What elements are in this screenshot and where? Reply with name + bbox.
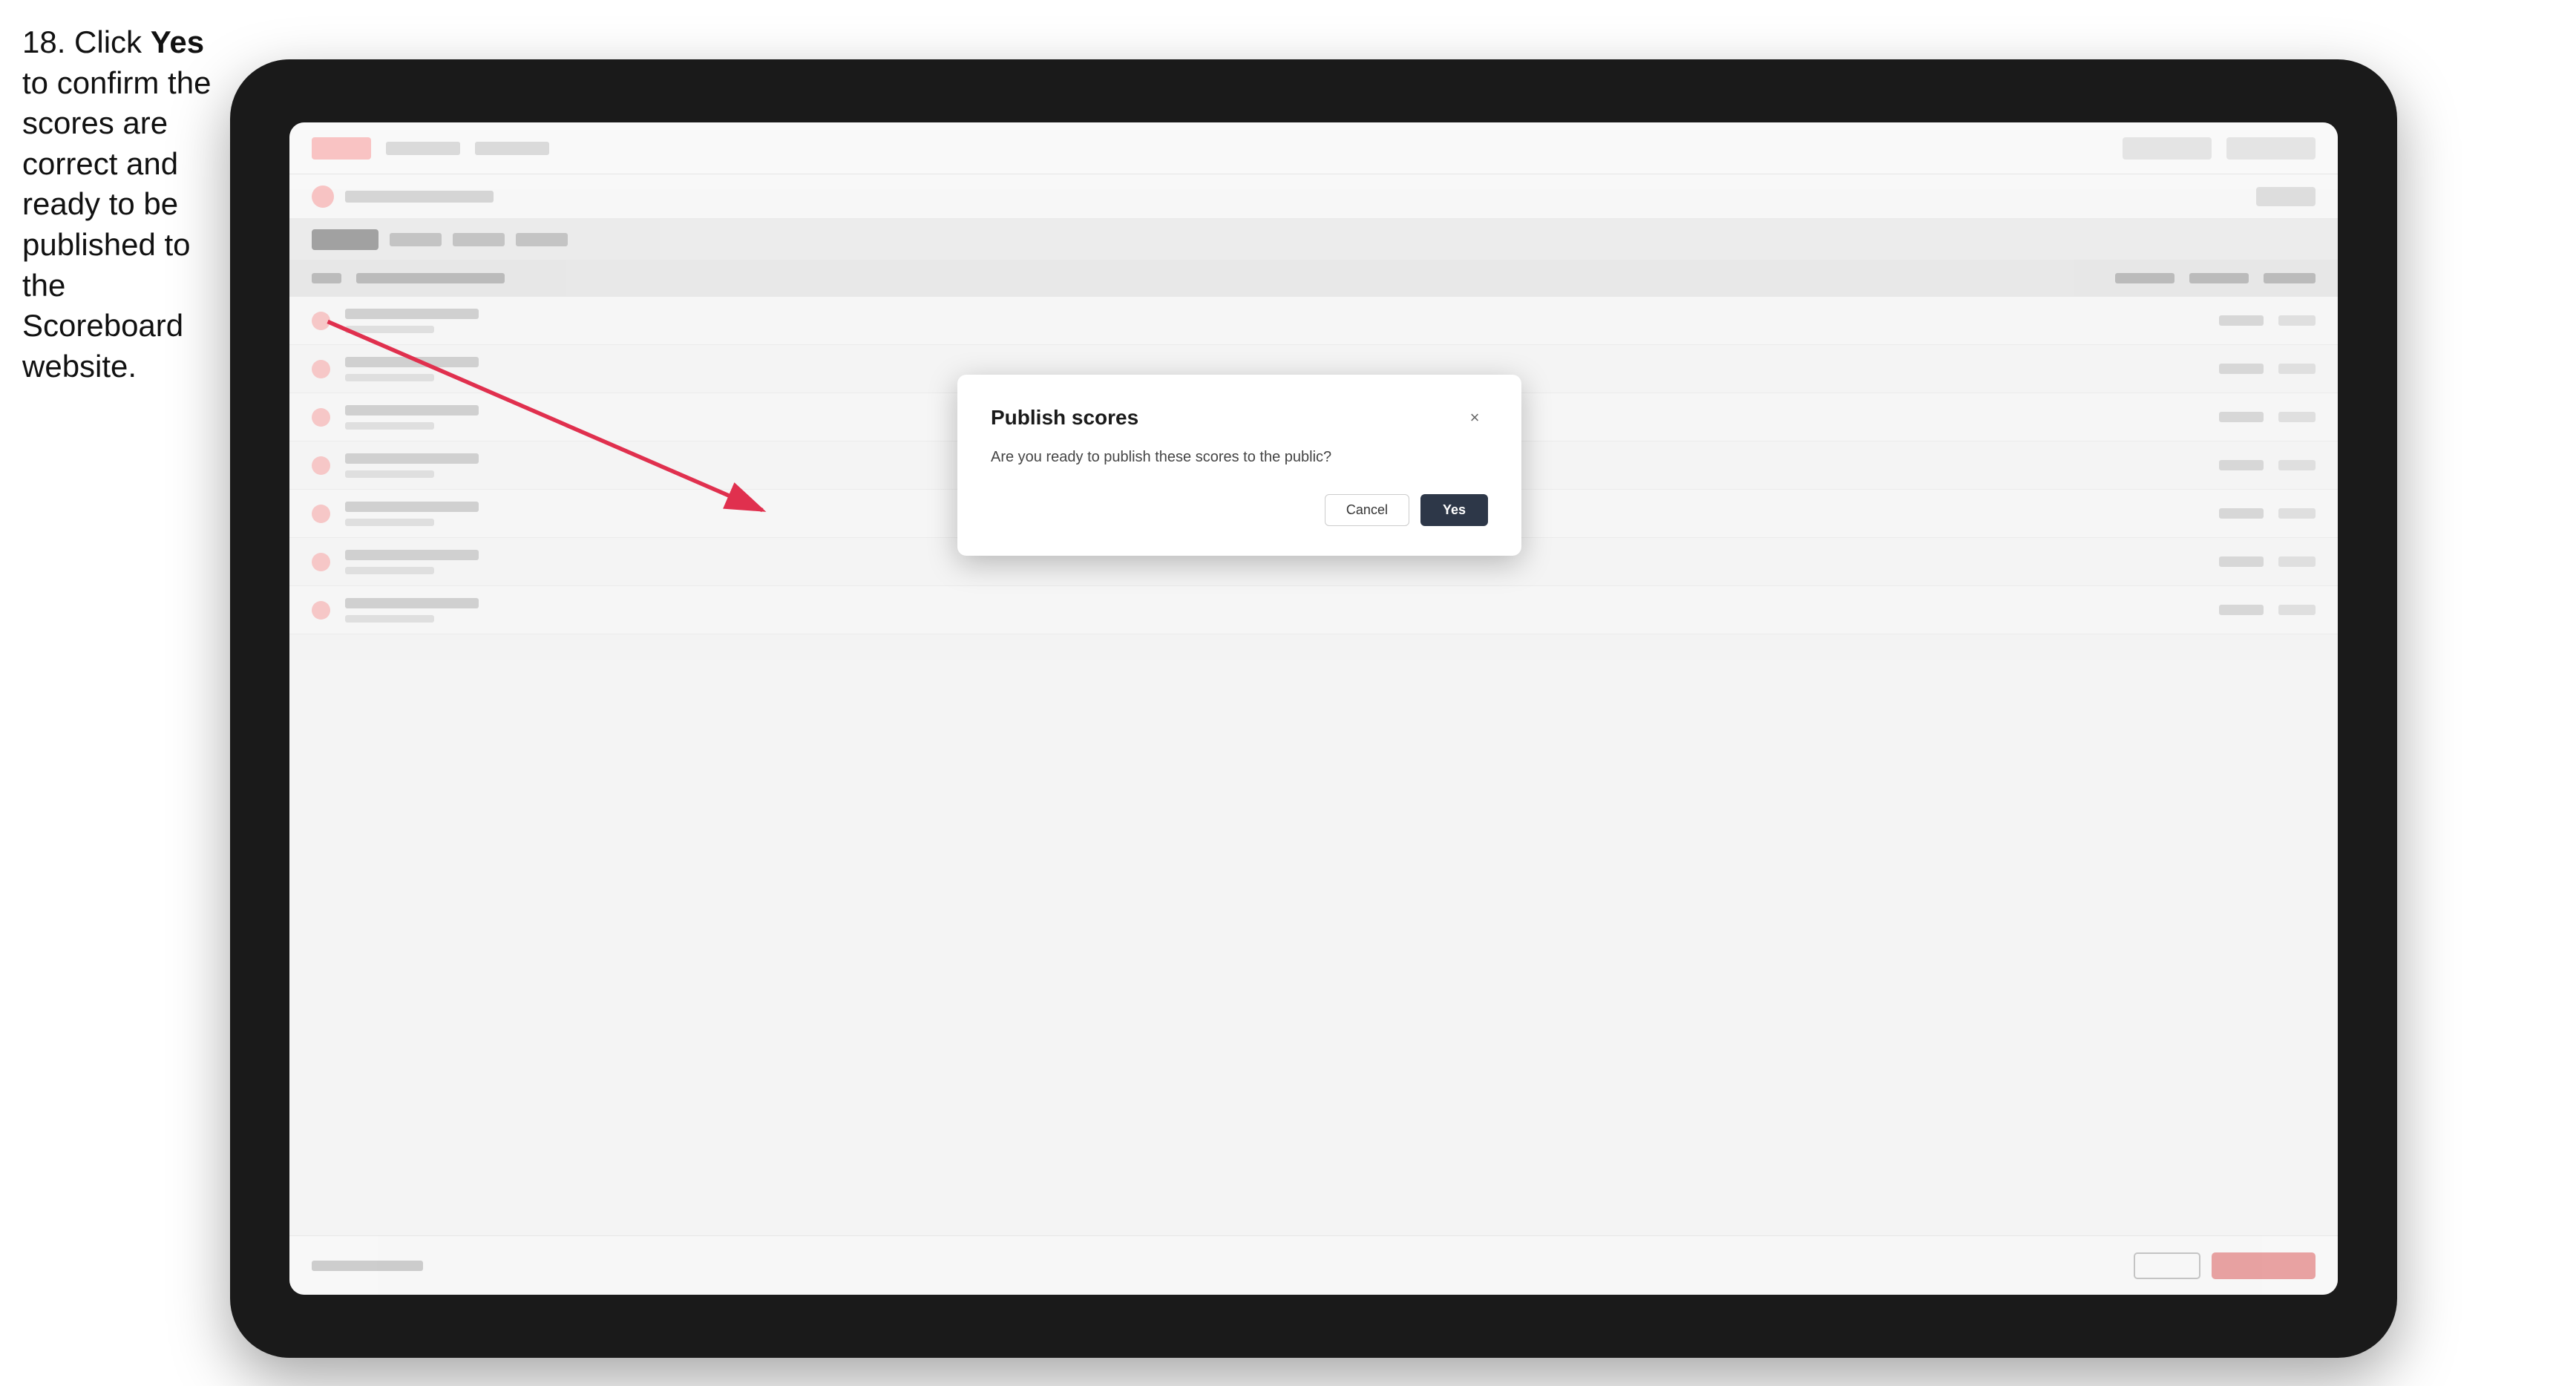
action-bar-item-3 [516,233,568,246]
modal-header: Publish scores × [991,404,1488,431]
row-sub [345,326,434,333]
row-name [345,309,479,319]
row-score1 [2219,605,2264,615]
col-header-total [2264,273,2316,283]
row-score1 [2219,315,2264,326]
action-bar [289,219,2338,260]
action-bar-item-1 [390,233,442,246]
footer-text [312,1261,423,1271]
publish-scores-modal[interactable]: Publish scores × Are you ready to publis… [957,375,1521,556]
row-score2 [2278,605,2316,615]
row-sub [345,615,434,623]
table-row [289,297,2338,345]
modal-close-button[interactable]: × [1461,404,1488,431]
row-score1 [2219,460,2264,470]
action-bar-item-2 [453,233,505,246]
row-name [345,502,479,512]
row-name [345,357,479,367]
modal-footer: Cancel Yes [991,494,1488,526]
rank-badge [312,553,330,571]
sub-header-icon [312,185,334,208]
yes-button[interactable]: Yes [1420,494,1488,526]
instruction-text: 18. Click Yes to confirm the scores are … [22,22,230,387]
nav-item-1 [386,142,460,155]
name-col [345,309,1575,333]
nav-item-2 [475,142,549,155]
nav-button [2123,137,2212,160]
row-name [345,405,479,416]
modal-body: Are you ready to publish these scores to… [991,446,1488,468]
sub-header [289,174,2338,219]
row-score2 [2278,412,2316,422]
col-header-score2 [2189,273,2249,283]
rank-badge [312,505,330,523]
column-headers [289,260,2338,297]
row-sub [345,567,434,574]
rank-badge [312,312,330,330]
nav-bar [289,122,2338,174]
modal-title: Publish scores [991,406,1138,430]
row-score2 [2278,460,2316,470]
action-bar-btn [312,229,378,250]
sub-header-btn [2256,187,2316,206]
row-name [345,453,479,464]
rank-badge [312,408,330,427]
footer-bar [289,1235,2338,1295]
row-sub [345,422,434,430]
footer-btn-filled [2212,1252,2316,1279]
tablet-device: Publish scores × Are you ready to publis… [230,59,2397,1358]
row-score2 [2278,556,2316,567]
step-number: 18. [22,24,65,59]
row-score2 [2278,508,2316,519]
row-score1 [2219,508,2264,519]
instruction-part2: to confirm the scores are correct and re… [22,65,211,384]
row-score2 [2278,364,2316,374]
row-score1 [2219,412,2264,422]
row-name [345,598,479,608]
tablet-screen: Publish scores × Are you ready to publis… [289,122,2338,1295]
row-score1 [2219,556,2264,567]
footer-btn-outline [2134,1252,2200,1279]
modal-message: Are you ready to publish these scores to… [991,446,1488,468]
rank-badge [312,601,330,620]
cancel-button[interactable]: Cancel [1325,494,1409,526]
nav-button-2 [2226,137,2316,160]
name-col [345,598,1575,623]
row-score1 [2219,364,2264,374]
row-name [345,550,479,560]
rank-badge [312,456,330,475]
row-sub [345,470,434,478]
table-row [289,586,2338,634]
row-score2 [2278,315,2316,326]
sub-header-text [345,191,494,203]
row-sub [345,374,434,381]
col-header-rank [312,273,341,283]
rank-badge [312,360,330,378]
col-header-name [356,273,505,283]
nav-logo [312,137,371,160]
instruction-bold: Yes [151,24,204,59]
instruction-part1: Click [65,24,150,59]
row-sub [345,519,434,526]
col-header-score1 [2115,273,2174,283]
